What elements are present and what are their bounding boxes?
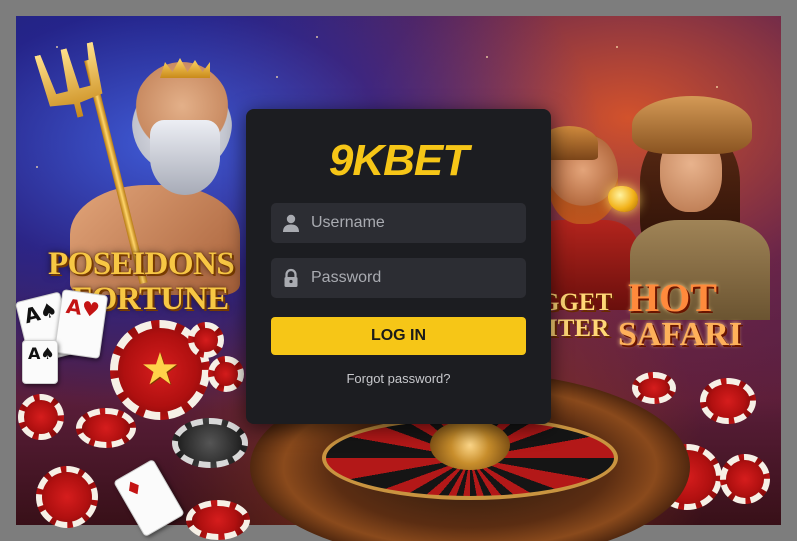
casino-chip <box>76 408 136 448</box>
poseidon-beard-illustration <box>150 120 220 195</box>
star <box>56 46 58 48</box>
casino-chip <box>720 454 770 504</box>
gold-nugget-icon <box>608 186 638 212</box>
forgot-password-link[interactable]: Forgot password? <box>246 371 551 386</box>
username-input[interactable] <box>311 214 511 232</box>
casino-chip <box>186 500 250 540</box>
lock-icon <box>271 268 311 288</box>
game-title-line: SAFARI <box>618 316 743 353</box>
playing-card: A♥ <box>53 289 109 359</box>
star <box>616 46 618 48</box>
casino-chip <box>208 356 244 392</box>
casino-chip <box>36 466 98 528</box>
casino-chip <box>700 378 756 424</box>
username-field[interactable] <box>271 203 526 243</box>
login-button[interactable]: LOG IN <box>271 317 526 355</box>
game-title-hot-safari: HOT SAFARI <box>618 278 742 352</box>
roulette-hub-illustration <box>430 420 510 470</box>
password-input[interactable] <box>311 269 511 287</box>
star <box>486 56 488 58</box>
user-icon <box>271 213 311 233</box>
casino-chip <box>172 418 248 468</box>
playing-card: A♠ <box>22 340 58 384</box>
casino-chip <box>188 322 224 358</box>
star <box>276 76 278 78</box>
login-panel: 9KBET LOG IN Forgot password? <box>246 109 551 424</box>
game-title-line: ITER <box>548 315 610 343</box>
star-icon: ★ <box>140 345 180 394</box>
game-title-line: POSEIDONS <box>48 246 235 282</box>
brand-logo: 9KBET <box>328 136 469 185</box>
casino-chip <box>632 372 676 404</box>
star <box>36 166 38 168</box>
casino-chip <box>18 394 64 440</box>
game-title-line: HOT <box>628 275 717 320</box>
star <box>716 86 718 88</box>
password-field[interactable] <box>271 258 526 298</box>
star <box>316 36 318 38</box>
safari-hat-illustration <box>632 96 752 154</box>
